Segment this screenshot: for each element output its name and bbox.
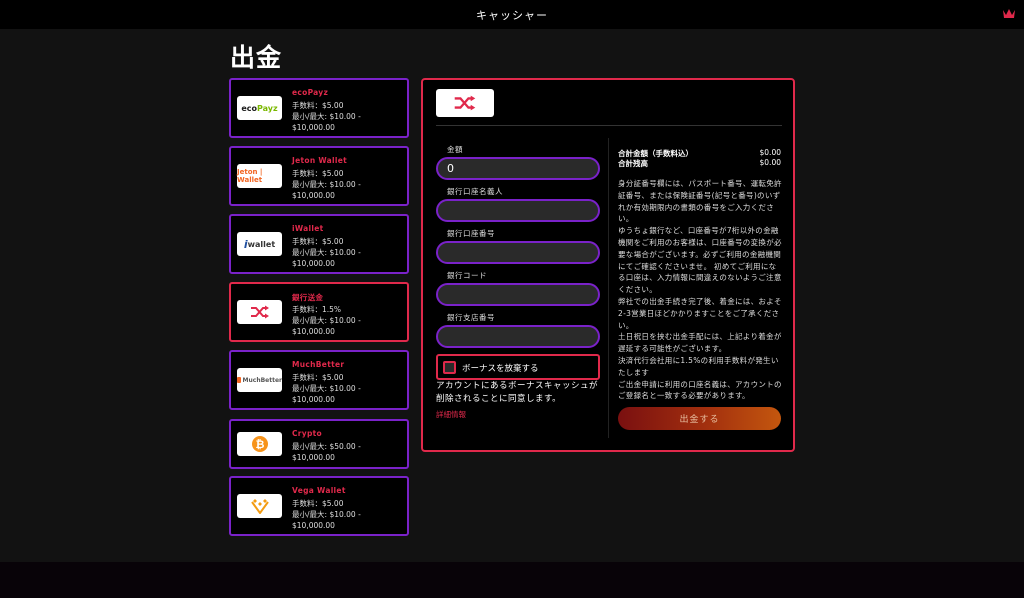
bottom-bar [0,562,1024,598]
method-limit: 最小/最大: $10.00 - $10,000.00 [292,248,361,268]
svg-text:₿: ₿ [255,438,264,451]
account-number-input[interactable] [436,241,600,264]
info-paragraph: ゆうちょ銀行など、口座番号が7桁以外の金融機関をご利用のお客様は、口座番号の変換… [618,226,782,295]
method-ecopayz[interactable]: eco Payz ecoPayz 手数料：$5.00 最小/最大: $10.00 … [229,78,409,138]
method-limit: 最小/最大: $10.00 - $10,000.00 [292,316,361,336]
muchbetter-logo-text: MuchBetter [242,376,282,384]
vega-logo-icon [237,494,282,518]
forfeit-bonus-label: ボーナスを放棄する [462,364,539,374]
amount-label: 金額 [447,145,463,154]
cashier-title: キャッシャー [476,8,548,22]
method-jeton-wallet[interactable]: Jeton | Wallet Jeton Wallet 手数料：$5.00 最小… [229,146,409,206]
info-paragraph: 身分証番号欄には、パスポート番号、運転免許証番号、または保険証番号(記号と番号)… [618,179,782,224]
method-name: 銀行送金 [292,293,324,302]
withdraw-button[interactable]: 出金する [618,407,781,430]
method-limit: 最小/最大: $10.00 - $10,000.00 [292,384,361,404]
branch-number-input[interactable] [436,325,600,348]
account-number-label: 銀行口座番号 [447,229,495,238]
checkbox-square[interactable] [443,361,456,374]
method-iwallet[interactable]: i wallet iWallet 手数料：$5.00 最小/最大: $10.00 … [229,214,409,274]
method-fee: 最小/最大: $50.00 - [292,442,361,451]
bitcoin-icon: ₿ [237,432,282,456]
top-bar: キャッシャー [0,0,1024,29]
iwallet-logo-icon: i wallet [237,232,282,256]
column-divider [608,138,609,438]
bank-code-label: 銀行コード [447,271,487,280]
method-name: Vega Wallet [292,486,346,495]
method-limit: $10,000.00 [292,453,335,462]
method-vega-wallet[interactable]: Vega Wallet 手数料：$5.00 最小/最大: $10.00 - $1… [229,476,409,536]
info-paragraph: 土日祝日を挟む出金手配には、上記より着金が遅延する可能性がございます。 [618,332,782,354]
bank-code-input[interactable] [436,283,600,306]
info-paragraph: ご出金申請に利用の口座名義は、アカウントのご登録名と一致する必要があります。 [618,379,782,401]
bank-transfer-icon [237,300,282,324]
method-name: MuchBetter [292,360,345,369]
method-crypto[interactable]: ₿ Crypto 最小/最大: $50.00 - $10,000.00 [229,419,409,469]
divider [436,125,782,126]
ecopayz-logo-icon: eco Payz [237,96,282,120]
total-balance-label: 合計残高 [618,159,648,168]
method-name: Jeton Wallet [292,156,348,165]
amount-input[interactable] [436,157,600,180]
bank-transfer-icon [436,89,494,117]
total-amount-label: 合計金額（手数料込） [618,149,693,158]
withdraw-form-panel: 金額 銀行口座名義人 銀行口座番号 銀行コード 銀行支店番号 ボーナスを放棄する… [421,78,795,452]
info-paragraph: 決済代行会社用に1.5%の利用手数料が発生いたします [618,355,779,377]
crown-icon[interactable] [1002,8,1016,20]
method-name: Crypto [292,429,322,438]
iwallet-logo-text: wallet [247,239,276,249]
forfeit-bonus-checkbox[interactable]: ボーナスを放棄する [436,354,600,380]
total-amount-value: $0.00 [759,148,781,157]
account-holder-input[interactable] [436,199,600,222]
bonus-agreement-text: アカウントにあるボーナスキャッシュが削除されることに同意します。 [436,381,599,404]
account-holder-label: 銀行口座名義人 [447,187,503,196]
method-fee: 手数料：$5.00 [292,373,344,382]
withdraw-info-text: 身分証番号欄には、パスポート番号、運転免許証番号、または保険証番号(記号と番号)… [618,178,784,402]
method-limit: 最小/最大: $10.00 - $10,000.00 [292,180,361,200]
total-balance-row: 合計残高 $0.00 [618,158,781,169]
method-limit: 最小/最大: $10.00 - $10,000.00 [292,510,361,530]
method-fee: 手数料：$5.00 [292,169,344,178]
method-muchbetter[interactable]: MuchBetter MuchBetter 手数料：$5.00 最小/最大: $… [229,350,409,410]
method-fee: 手数料：$5.00 [292,499,344,508]
method-limit: 最小/最大: $10.00 - $10,000.00 [292,112,361,132]
jeton-logo-icon: Jeton | Wallet [237,164,282,188]
total-balance-value: $0.00 [759,158,781,167]
method-name: iWallet [292,224,324,233]
method-bank-transfer[interactable]: 銀行送金 手数料：1.5% 最小/最大: $10.00 - $10,000.00 [229,282,409,342]
method-fee: 手数料：1.5% [292,305,342,314]
method-fee: 手数料：$5.00 [292,237,344,246]
page-title: 出金 [230,43,283,72]
method-name: ecoPayz [292,88,329,97]
method-fee: 手数料：$5.00 [292,101,344,110]
ecopayz-logo-text: Payz [257,103,278,113]
info-paragraph: 弊社での出金手続き完了後、着金には、およそ2-3営業日ほどかかりますことをご了承… [618,296,782,330]
branch-number-label: 銀行支店番号 [447,313,495,322]
muchbetter-logo-icon: MuchBetter [237,368,282,392]
details-link[interactable]: 詳細情報 [436,409,466,420]
jeton-logo-text: Jeton | Wallet [237,168,263,184]
